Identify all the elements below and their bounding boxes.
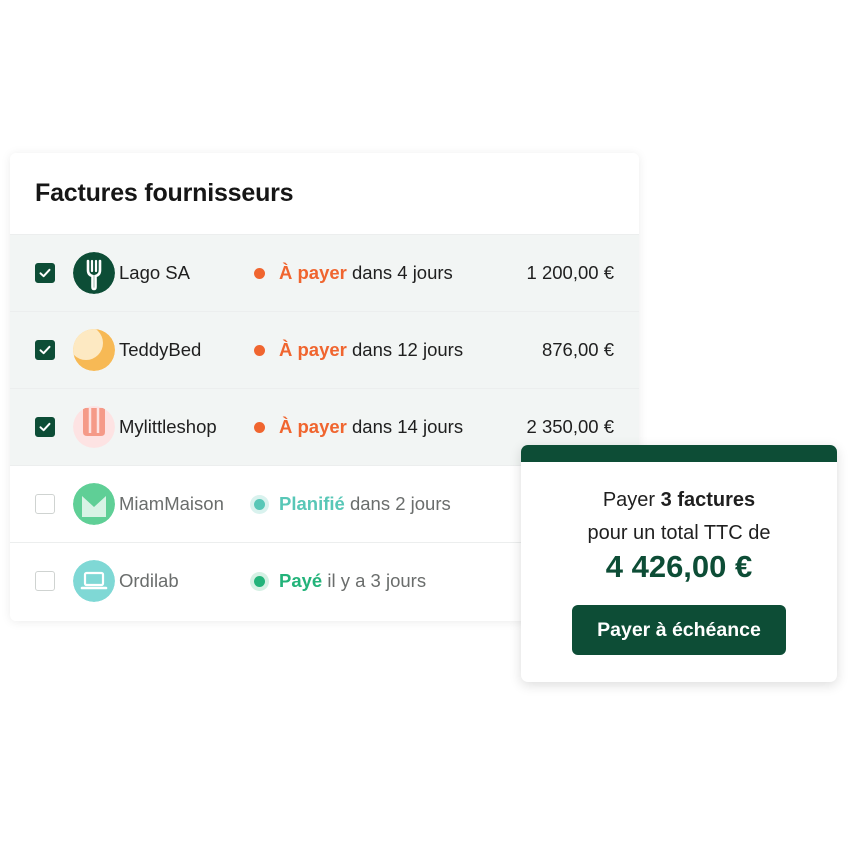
status-text: À payer dans 4 jours (279, 262, 453, 284)
supplier-name: Mylittleshop (119, 416, 217, 437)
status-text: À payer dans 12 jours (279, 339, 463, 361)
status-label: Planifié (279, 493, 345, 514)
status-label: À payer (279, 339, 347, 360)
invoice-amount: 1 200,00 € (526, 262, 614, 283)
card-header: Factures fournisseurs (10, 153, 639, 235)
status-detail: dans 4 jours (346, 262, 453, 283)
supplier-name: TeddyBed (119, 339, 202, 360)
payment-card-top-bar (521, 445, 837, 462)
status-dot (254, 422, 265, 433)
payment-summary-card: Payer 3 factures pour un total TTC de 4 … (521, 445, 837, 682)
status-dot (254, 345, 265, 356)
pay-at-due-date-button[interactable]: Payer à échéance (572, 605, 786, 655)
payment-invoice-count: 3 factures (660, 489, 756, 511)
payment-prefix: Payer (602, 489, 661, 511)
status-detail: dans 14 jours (346, 416, 464, 437)
checkbox[interactable] (35, 494, 55, 514)
status-label: Payé (279, 570, 323, 591)
checkbox[interactable] (35, 263, 55, 283)
card-title: Factures fournisseurs (35, 179, 294, 207)
invoice-row[interactable]: Lago SA À payer dans 4 jours 1 200,00 € (10, 235, 639, 312)
payment-count-line: Payer 3 factures (521, 489, 837, 512)
status-text: Payé il y a 3 jours (279, 570, 426, 592)
shop-icon (73, 406, 115, 448)
checkmark-icon (39, 345, 51, 355)
status-detail: il y a 3 jours (322, 570, 427, 591)
status-detail: dans 12 jours (346, 339, 464, 360)
laptop-icon (73, 560, 115, 602)
status-dot (254, 576, 265, 587)
status-detail: dans 2 jours (344, 493, 451, 514)
payment-total-amount: 4 426,00 € (605, 549, 753, 584)
checkbox[interactable] (35, 571, 55, 591)
invoice-row[interactable]: TeddyBed À payer dans 12 jours 876,00 € (10, 312, 639, 389)
moon-icon (73, 329, 115, 371)
checkmark-icon (39, 268, 51, 278)
checkbox[interactable] (35, 340, 55, 360)
checkbox[interactable] (35, 417, 55, 437)
fork-icon (73, 252, 115, 294)
status-dot (254, 499, 265, 510)
checkmark-icon (39, 422, 51, 432)
m-letter-icon (73, 483, 115, 525)
supplier-name: MiamMaison (119, 493, 224, 514)
invoice-amount: 2 350,00 € (526, 416, 614, 437)
status-label: À payer (279, 262, 347, 283)
supplier-name: Lago SA (119, 262, 190, 283)
status-dot (254, 268, 265, 279)
supplier-name: Ordilab (119, 570, 179, 591)
invoice-amount: 876,00 € (541, 339, 614, 360)
status-label: À payer (279, 416, 347, 437)
payment-total-caption: pour un total TTC de (587, 522, 771, 544)
status-text: Planifié dans 2 jours (279, 493, 451, 515)
status-text: À payer dans 14 jours (279, 416, 463, 438)
